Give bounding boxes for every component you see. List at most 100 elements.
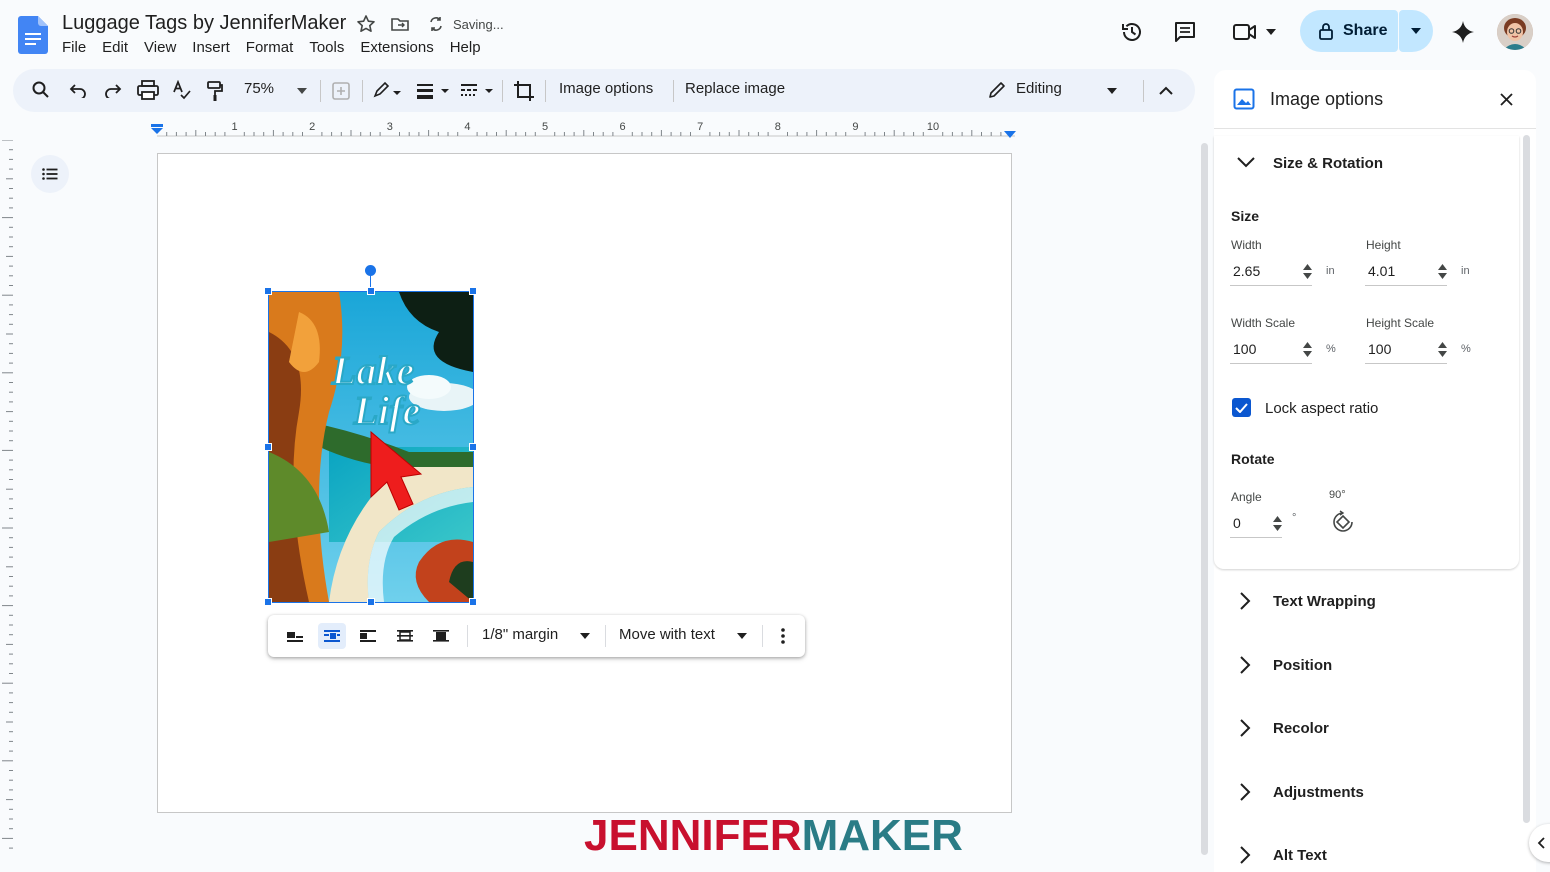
menu-tools[interactable]: Tools bbox=[301, 39, 352, 57]
position-select[interactable]: Move with text bbox=[619, 626, 715, 643]
version-history-button[interactable] bbox=[1114, 14, 1150, 50]
chevron-right-icon[interactable] bbox=[1239, 719, 1251, 737]
border-weight-icon[interactable] bbox=[417, 83, 451, 99]
collapse-menus-icon[interactable] bbox=[1159, 86, 1173, 95]
chevron-down-icon[interactable] bbox=[297, 88, 307, 94]
save-status: Saving... bbox=[453, 17, 504, 32]
chevron-down-icon[interactable] bbox=[737, 633, 747, 639]
position-section[interactable]: Position bbox=[1273, 657, 1332, 674]
resize-handle-sw[interactable] bbox=[264, 598, 272, 606]
stepper-icon[interactable] bbox=[1303, 264, 1312, 279]
resize-handle-n[interactable] bbox=[367, 287, 375, 295]
resize-handle-ne[interactable] bbox=[469, 287, 477, 295]
resize-handle-w[interactable] bbox=[264, 443, 272, 451]
more-options-icon[interactable] bbox=[780, 627, 786, 645]
share-button[interactable]: Share bbox=[1300, 10, 1398, 52]
wrap-text-button[interactable] bbox=[318, 623, 346, 649]
chevron-down-icon[interactable] bbox=[1237, 156, 1255, 168]
menu-view[interactable]: View bbox=[136, 39, 184, 57]
redo-icon[interactable] bbox=[104, 82, 122, 98]
menu-extensions[interactable]: Extensions bbox=[352, 39, 441, 57]
adjustments-section[interactable]: Adjustments bbox=[1273, 784, 1364, 801]
recolor-section[interactable]: Recolor bbox=[1273, 720, 1329, 737]
docs-logo-icon[interactable] bbox=[18, 16, 48, 54]
document-title[interactable]: Luggage Tags by JenniferMaker bbox=[62, 12, 346, 35]
paint-format-icon[interactable] bbox=[206, 80, 224, 102]
close-icon[interactable] bbox=[1500, 93, 1513, 106]
search-menus-icon[interactable] bbox=[31, 80, 51, 100]
crop-icon[interactable] bbox=[513, 80, 535, 102]
chevron-down-icon[interactable] bbox=[580, 633, 590, 639]
lock-aspect-ratio-label[interactable]: Lock aspect ratio bbox=[1265, 400, 1378, 417]
resize-handle-se[interactable] bbox=[469, 598, 477, 606]
selected-image[interactable]: Lake Life bbox=[268, 291, 479, 603]
panel-scrollbar[interactable] bbox=[1523, 135, 1530, 823]
chevron-right-icon[interactable] bbox=[1239, 656, 1251, 674]
border-dash-icon[interactable] bbox=[461, 83, 495, 99]
width-label: Width bbox=[1231, 238, 1262, 252]
editing-mode-select[interactable]: Editing bbox=[1016, 80, 1062, 97]
menu-format[interactable]: Format bbox=[238, 39, 302, 57]
undo-icon[interactable] bbox=[69, 82, 87, 98]
rotate-heading: Rotate bbox=[1231, 451, 1275, 467]
spellcheck-icon[interactable] bbox=[172, 80, 192, 100]
chevron-down-icon bbox=[1411, 28, 1421, 34]
gemini-button[interactable] bbox=[1445, 14, 1481, 50]
left-indent-marker[interactable] bbox=[151, 123, 163, 141]
in-front-of-text-button[interactable] bbox=[427, 623, 455, 649]
resize-handle-e[interactable] bbox=[469, 443, 477, 451]
break-text-button[interactable] bbox=[354, 623, 382, 649]
text-wrapping-section[interactable]: Text Wrapping bbox=[1273, 593, 1376, 610]
chevron-right-icon[interactable] bbox=[1239, 783, 1251, 801]
height-input[interactable]: 4.01 bbox=[1365, 260, 1447, 286]
menu-help[interactable]: Help bbox=[442, 39, 489, 57]
menu-edit[interactable]: Edit bbox=[94, 39, 136, 57]
image-text-life: Life bbox=[353, 388, 421, 433]
stepper-icon[interactable] bbox=[1273, 516, 1282, 531]
menu-insert[interactable]: Insert bbox=[184, 39, 238, 57]
watermark-part2: MAKER bbox=[801, 811, 963, 860]
height-scale-input[interactable]: 100 bbox=[1365, 338, 1447, 364]
meet-button[interactable] bbox=[1226, 14, 1282, 50]
account-avatar[interactable] bbox=[1497, 14, 1533, 50]
vertical-ruler[interactable] bbox=[0, 139, 14, 855]
width-input[interactable]: 2.65 bbox=[1230, 260, 1312, 286]
document-outline-button[interactable] bbox=[31, 155, 69, 193]
margin-select[interactable]: 1/8" margin bbox=[482, 626, 558, 643]
panel-divider bbox=[1214, 128, 1536, 129]
inline-wrap-button[interactable] bbox=[281, 623, 309, 649]
stepper-icon[interactable] bbox=[1438, 264, 1447, 279]
menu-file[interactable]: File bbox=[54, 39, 94, 57]
stepper-icon[interactable] bbox=[1438, 342, 1447, 357]
rotate-handle[interactable] bbox=[365, 265, 376, 276]
resize-handle-s[interactable] bbox=[367, 598, 375, 606]
behind-text-button[interactable] bbox=[391, 623, 419, 649]
resize-handle-nw[interactable] bbox=[264, 287, 272, 295]
right-indent-marker[interactable] bbox=[1004, 126, 1016, 144]
width-scale-label: Width Scale bbox=[1231, 316, 1296, 330]
width-scale-input[interactable]: 100 bbox=[1230, 338, 1312, 364]
chevron-down-icon bbox=[1266, 29, 1276, 35]
rotate-90-icon[interactable] bbox=[1331, 510, 1355, 534]
chevron-right-icon[interactable] bbox=[1239, 592, 1251, 610]
move-to-folder-icon[interactable] bbox=[390, 14, 410, 34]
alt-text-row[interactable]: Alt Text bbox=[1214, 840, 1514, 872]
zoom-select[interactable]: 75% bbox=[244, 80, 274, 97]
document-scrollbar[interactable] bbox=[1201, 143, 1208, 855]
lock-aspect-ratio-checkbox[interactable] bbox=[1232, 398, 1251, 417]
alt-text-section[interactable]: Alt Text bbox=[1273, 847, 1327, 864]
border-color-icon[interactable] bbox=[372, 81, 402, 101]
chevron-right-icon[interactable] bbox=[1239, 846, 1251, 864]
star-icon[interactable] bbox=[356, 14, 376, 34]
chevron-down-icon[interactable] bbox=[1107, 88, 1117, 94]
replace-image-button[interactable]: Replace image bbox=[685, 80, 785, 97]
stepper-icon[interactable] bbox=[1303, 342, 1312, 357]
comments-button[interactable] bbox=[1167, 14, 1203, 50]
add-comment-icon[interactable] bbox=[331, 81, 351, 101]
image-options-button[interactable]: Image options bbox=[559, 80, 653, 97]
horizontal-ruler[interactable]: 1 2 3 4 5 6 7 8 9 10 bbox=[157, 119, 1015, 137]
size-rotation-header[interactable]: Size & Rotation bbox=[1273, 155, 1383, 172]
share-options-button[interactable] bbox=[1399, 10, 1433, 52]
watermark-part1: JENNIFER bbox=[584, 811, 802, 860]
print-icon[interactable] bbox=[137, 80, 159, 100]
